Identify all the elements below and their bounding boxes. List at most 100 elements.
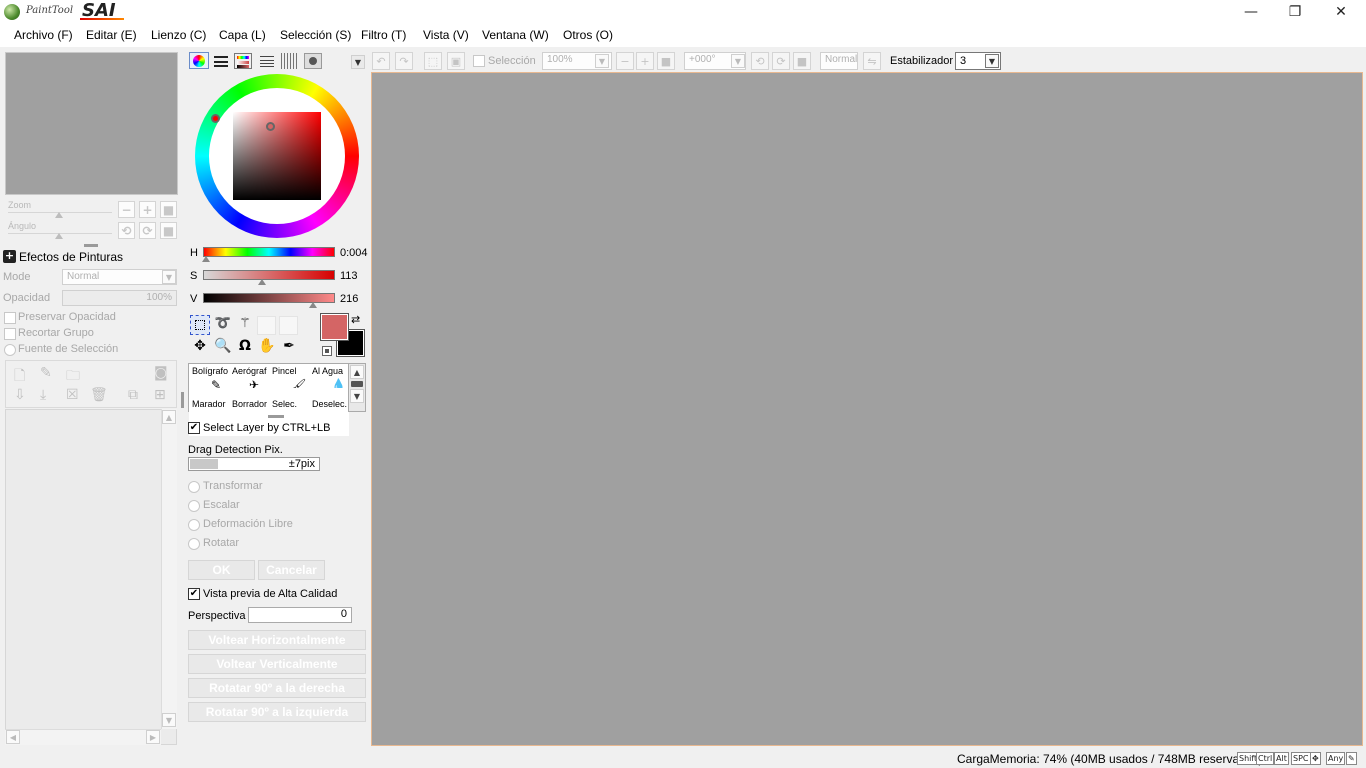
scroll-up-icon[interactable]: ▲ (162, 410, 176, 424)
new-linework-layer-icon[interactable]: ✎ (40, 365, 52, 381)
angle-dropdown-icon[interactable]: ▼ (731, 54, 745, 68)
zoom-out-tb-button[interactable]: − (616, 52, 634, 70)
opacity-slider[interactable]: 100% (62, 290, 177, 306)
deselect-button[interactable]: ⬚ (424, 52, 442, 70)
selection-source-radio[interactable] (4, 344, 16, 356)
clear-layer-icon[interactable]: ☒ (66, 387, 79, 403)
rotate-ccw-tb-button[interactable]: ⟲ (751, 52, 769, 70)
merge-down-icon[interactable]: ⤓ (40, 387, 46, 403)
merge-visible-icon[interactable]: ⧉ (128, 387, 138, 403)
zoom-slider-thumb[interactable] (55, 212, 63, 218)
menu-otros[interactable]: Otros (O) (563, 28, 613, 42)
lasso-tool[interactable]: ➰ (213, 316, 233, 335)
zoom-in-button[interactable]: + (139, 201, 156, 218)
mode-select[interactable]: Normal (62, 269, 177, 285)
minimize-button[interactable]: — (1228, 0, 1274, 24)
hue-cursor[interactable] (211, 114, 220, 123)
flatten-icon[interactable]: ⊞ (154, 387, 166, 403)
flip-horizontal-button[interactable]: Voltear Horizontalmente (188, 630, 366, 650)
color-bank-tab[interactable] (258, 53, 276, 69)
s-slider[interactable] (203, 270, 335, 280)
magic-wand-tool[interactable]: ⚚ (235, 316, 255, 335)
restore-button[interactable]: ❐ (1272, 0, 1318, 24)
new-layer-icon[interactable]: 🗋 (14, 365, 25, 389)
scroll-right-icon[interactable]: ▶ (146, 730, 160, 744)
drag-detection-slider[interactable]: ±7pix (188, 457, 320, 471)
scroll-up-icon[interactable]: ▲ (350, 365, 364, 379)
menu-editar[interactable]: Editar (E) (86, 28, 137, 42)
zoom-dropdown-icon[interactable]: ▼ (595, 54, 609, 68)
scale-radio[interactable] (188, 500, 200, 512)
rotate-right-button[interactable]: ⟳ (139, 222, 156, 239)
scroll-thumb[interactable] (351, 381, 363, 387)
hand-tool[interactable]: ✋ (257, 338, 277, 357)
navigator-preview[interactable] (5, 52, 178, 195)
rotate-right-90-button[interactable]: Rotatar 90º a la derecha (188, 678, 366, 698)
zoom-out-button[interactable]: − (118, 201, 135, 218)
clip-group-checkbox[interactable] (4, 328, 16, 340)
expand-icon[interactable]: + (3, 250, 16, 263)
menu-ventana[interactable]: Ventana (W) (482, 28, 549, 42)
menu-capa[interactable]: Capa (L) (219, 28, 266, 42)
zoom-in-tb-button[interactable]: + (636, 52, 654, 70)
rotate-cw-tb-button[interactable]: ⟳ (772, 52, 790, 70)
rgb-slider-tab[interactable] (212, 53, 230, 69)
brush-grid-scroll[interactable]: ▲ ▼ (348, 363, 366, 412)
h-slider-thumb[interactable] (202, 256, 210, 262)
layer-mask-icon[interactable]: ◙ (154, 365, 168, 381)
zoom-reset-button[interactable]: ■ (160, 201, 177, 218)
new-folder-icon[interactable]: 🗀 (66, 365, 80, 389)
move-tool[interactable]: ✥ (190, 338, 210, 357)
delete-layer-icon[interactable]: 🗑 (90, 387, 108, 403)
panel-menu-icon[interactable]: ▼ (351, 55, 365, 69)
select-layer-checkbox[interactable]: ✔ (188, 422, 200, 434)
layer-list-hscroll[interactable] (5, 729, 161, 745)
menu-filtro[interactable]: Filtro (T) (361, 28, 406, 42)
v-slider-thumb[interactable] (309, 302, 317, 308)
layer-list-vscroll[interactable] (161, 409, 177, 729)
close-button[interactable]: ✕ (1318, 0, 1364, 24)
transform-radio[interactable] (188, 481, 200, 493)
scroll-down-icon[interactable]: ▼ (162, 713, 176, 727)
sv-cursor[interactable] (266, 122, 275, 131)
menu-seleccion[interactable]: Selección (S) (280, 28, 351, 42)
selection-visible-checkbox[interactable] (473, 55, 485, 67)
hsv-slider-tab[interactable] (234, 53, 252, 69)
rotate-tool[interactable]: Ω (235, 338, 255, 357)
hq-preview-checkbox[interactable]: ✔ (188, 588, 200, 600)
h-slider[interactable] (203, 247, 335, 257)
redo-button[interactable]: ↷ (395, 52, 413, 70)
blend-mode-select[interactable]: Normal (820, 52, 858, 70)
zoom-reset-tb-button[interactable]: ■ (657, 52, 675, 70)
rotate-reset-tb-button[interactable]: ■ (793, 52, 811, 70)
color-wheel-tab[interactable] (189, 52, 209, 69)
primary-color-swatch[interactable] (320, 313, 349, 341)
flip-tb-button[interactable]: ⇋ (863, 52, 881, 70)
mode-dropdown-icon[interactable]: ▼ (162, 270, 176, 284)
scroll-left-icon[interactable]: ◀ (6, 730, 20, 744)
tool-panel-splitter[interactable] (268, 415, 284, 418)
rect-select-tool[interactable] (190, 315, 210, 335)
transfer-down-icon[interactable]: ⇩ (14, 387, 26, 403)
reset-colors-icon[interactable] (322, 346, 332, 356)
angle-slider-thumb[interactable] (55, 233, 63, 239)
menu-archivo[interactable]: Archivo (F) (14, 28, 73, 42)
perspective-input[interactable]: 0 (248, 607, 352, 623)
flip-vertical-button[interactable]: Voltear Verticalmente (188, 654, 366, 674)
scratchpad-tab[interactable] (304, 53, 322, 69)
undo-button[interactable]: ↶ (372, 52, 390, 70)
preserve-opacity-checkbox[interactable] (4, 312, 16, 324)
menu-vista[interactable]: Vista (V) (423, 28, 469, 42)
menu-lienzo[interactable]: Lienzo (C) (151, 28, 206, 42)
canvas-area[interactable] (371, 72, 1363, 746)
rotate-reset-button[interactable]: ■ (160, 222, 177, 239)
saturation-value-square[interactable] (233, 112, 321, 200)
free-deform-radio[interactable] (188, 519, 200, 531)
stabilizer-dropdown-icon[interactable]: ▼ (985, 54, 999, 68)
invert-selection-button[interactable]: ▣ (447, 52, 465, 70)
zoom-tool[interactable]: 🔍 (213, 338, 233, 357)
swatches-tab[interactable] (281, 53, 299, 69)
s-slider-thumb[interactable] (258, 279, 266, 285)
rotate-left-90-button[interactable]: Rotatar 90º a la izquierda (188, 702, 366, 722)
rotate-left-button[interactable]: ⟲ (118, 222, 135, 239)
